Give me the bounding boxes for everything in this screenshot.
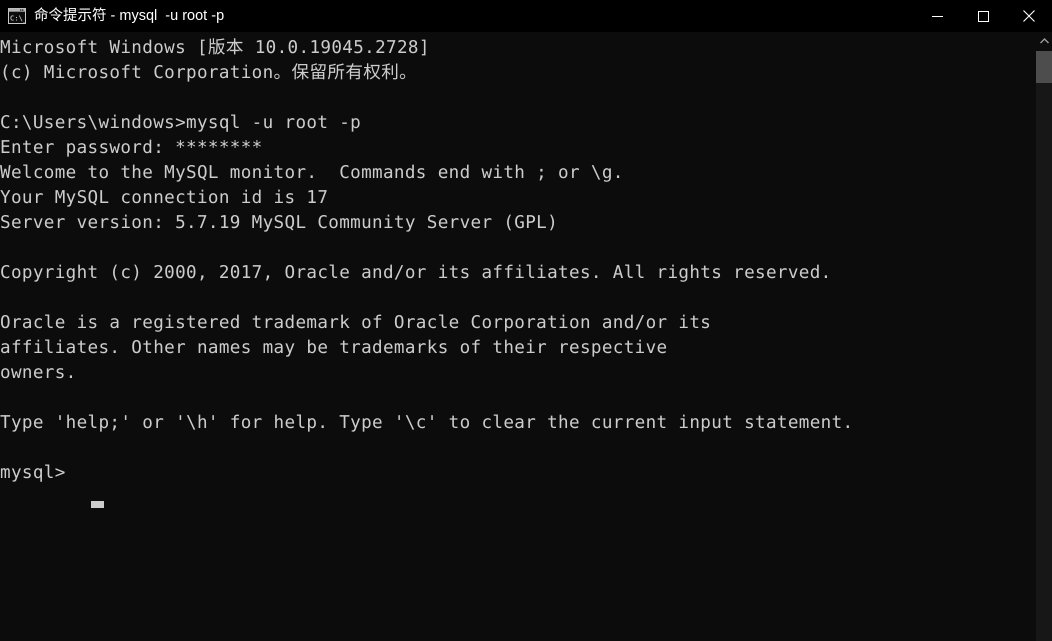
- maximize-button[interactable]: [960, 0, 1006, 32]
- cmd-console-icon: C:\_: [8, 8, 26, 24]
- terminal-area: Microsoft Windows [版本 10.0.19045.2728] (…: [0, 32, 1052, 641]
- minimize-button[interactable]: [914, 0, 960, 32]
- scrollbar-thumb[interactable]: [1036, 51, 1052, 83]
- window-controls: [914, 0, 1052, 32]
- maximize-icon: [977, 10, 989, 22]
- scroll-up-button[interactable]: [1036, 32, 1052, 49]
- vertical-scrollbar[interactable]: [1035, 32, 1052, 641]
- scrollbar-track[interactable]: [1036, 83, 1052, 641]
- window-title: 命令提示符 - mysql -u root -p: [34, 8, 225, 24]
- minimize-icon: [931, 15, 943, 17]
- window-titlebar[interactable]: C:\_ 命令提示符 - mysql -u root -p: [0, 0, 1052, 32]
- close-icon: [1023, 10, 1035, 22]
- console-text: Microsoft Windows [版本 10.0.19045.2728] (…: [0, 38, 854, 483]
- scroll-up-arrow-icon: [1039, 37, 1049, 43]
- console-output-region[interactable]: Microsoft Windows [版本 10.0.19045.2728] (…: [0, 32, 1035, 641]
- close-button[interactable]: [1006, 0, 1052, 32]
- titlebar-left-group: C:\_ 命令提示符 - mysql -u root -p: [0, 0, 914, 32]
- svg-text:C:\_: C:\_: [10, 13, 26, 22]
- command-prompt-window: C:\_ 命令提示符 - mysql -u root -p Microsoft …: [0, 0, 1052, 641]
- block-cursor: [91, 501, 104, 508]
